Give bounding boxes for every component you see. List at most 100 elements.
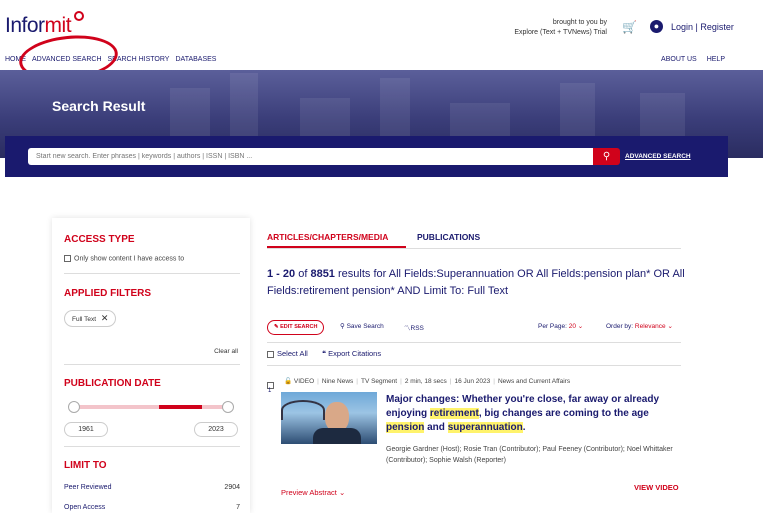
slider-handle-start[interactable] [68,401,80,413]
informit-logo[interactable]: Informit [5,14,72,38]
logo-text-accent: mit [44,14,72,37]
page-title: Search Result [52,98,146,114]
title-highlight: superannuation [447,422,523,433]
access-checkbox[interactable] [64,255,71,262]
divider [64,273,240,274]
access-type-heading: ACCESS TYPE [64,234,135,245]
item-source: Nine News [321,378,354,385]
logo-text-main: Infor [5,14,45,37]
divider [267,365,681,366]
limit-item[interactable]: Open Access 7 [64,504,240,511]
edit-search-button[interactable]: ✎ EDIT SEARCH [267,320,325,335]
item-date: 16 Jun 2023 [454,378,491,385]
login-register-link[interactable]: Login | Register [671,22,734,32]
search-input[interactable] [28,148,593,165]
applied-filters-heading: APPLIED FILTERS [64,288,152,299]
brought-line1: brought to you by [552,19,607,26]
search-icon: ⚲ [340,323,345,330]
item-type: VIDEO [293,378,315,385]
tab-articles[interactable]: ARTICLES/CHAPTERS/MEDIA [267,232,388,242]
chip-label: Full Text [72,316,97,323]
video-thumbnail[interactable] [281,392,377,444]
title-text: . [522,422,526,433]
pencil-icon: ✎ [274,324,279,330]
date-range-slider[interactable] [74,405,228,409]
divider [64,446,240,447]
chevron-down-icon: ⌄ [577,323,584,330]
nav-about-us[interactable]: ABOUT US [661,56,697,63]
view-video-link[interactable]: VIEW VIDEO [634,483,679,492]
title-highlight: pension [386,422,425,433]
item-title-link[interactable]: Major changes: Whether you're close, far… [386,393,681,435]
title-text: and [424,422,448,433]
cart-icon[interactable]: 🛒 [622,20,637,34]
item-segment: TV Segment [360,378,398,385]
limit-count: 2904 [224,484,240,491]
brought-to-you: brought to you by Explore (Text + TVNews… [514,18,607,38]
logo-circle-icon [74,11,84,21]
per-page-value: 20 [568,323,576,330]
divider [267,342,681,343]
clear-all-link[interactable]: Clear all [214,348,238,355]
search-button[interactable]: ⚲ [593,148,620,165]
filter-chip-full-text[interactable]: Full Text ✕ [64,310,117,327]
results-of: of [298,268,308,280]
order-by-select[interactable]: Order by: Relevance ⌄ [606,322,673,330]
item-number: 1 [268,388,272,394]
select-all-checkbox[interactable] [267,350,274,358]
chevron-down-icon: ⌄ [338,488,346,497]
nav-help[interactable]: HELP [707,56,725,63]
advanced-search-link[interactable]: ADVANCED SEARCH [625,153,691,160]
filter-sidebar: ACCESS TYPE Only show content I have acc… [52,218,250,513]
limit-to-heading: LIMIT TO [64,460,107,471]
secondary-nav: ABOUT US HELP [651,56,725,63]
unlock-icon: 🔓 [284,378,293,385]
slider-fill [158,405,202,409]
search-bar: ⚲ ADVANCED SEARCH [5,136,728,177]
save-search-link[interactable]: ⚲ Save Search [340,322,384,330]
slider-handle-end[interactable] [222,401,234,413]
nav-databases[interactable]: DATABASES [175,56,216,63]
order-by-value: Relevance [634,323,666,330]
title-text: , big changes are coming to the age [478,408,649,419]
access-option[interactable]: Only show content I have access to [64,255,184,262]
edit-search-label: EDIT SEARCH [280,324,318,330]
preview-abstract-toggle[interactable]: Preview Abstract ⌄ [281,488,345,497]
export-citations-link[interactable]: ❝ Export Citations [322,349,381,358]
save-search-label: Save Search [346,323,384,330]
results-summary: 1 - 20 of 8851 results for All Fields:Su… [267,266,687,300]
access-option-label: Only show content I have access to [74,255,185,263]
export-citations-label: Export Citations [328,349,382,358]
title-highlight: retirement [429,408,479,419]
item-duration: 2 min, 18 secs [404,378,447,385]
publication-date-heading: PUBLICATION DATE [64,378,161,389]
rss-label: RSS [410,325,424,332]
item-category: News and Current Affairs [497,378,571,385]
brought-line2: Explore (Text + TVNews) Trial [514,29,607,36]
order-by-label: Order by: [606,323,634,330]
item-meta: 🔓 VIDEO | Nine News | TV Segment | 2 min, 18 s… [284,378,571,385]
user-icon[interactable]: ● [650,20,663,33]
limit-count: 7 [236,504,240,511]
results-total: 8851 [310,268,335,280]
select-all[interactable]: Select All [267,349,308,358]
divider [267,248,681,249]
tab-publications[interactable]: PUBLICATIONS [417,232,480,242]
limit-label: Open Access [64,504,106,511]
results-range: 1 - 20 [267,268,296,280]
thumbnail-bridge [281,400,325,420]
select-all-label: Select All [277,349,308,358]
preview-abstract-label: Preview Abstract [281,488,337,497]
search-icon: ⚲ [602,151,611,162]
year-from-input[interactable]: 1961 [64,422,108,437]
year-to-input[interactable]: 2023 [194,422,238,437]
per-page-label: Per Page: [538,323,567,330]
limit-item[interactable]: Peer Reviewed 2904 [64,484,240,491]
top-header: Informit brought to you by Explore (Text… [0,0,763,86]
chevron-down-icon: ⌄ [667,323,673,330]
rss-link[interactable]: 〽RSS [404,322,424,332]
limit-label: Peer Reviewed [64,484,112,491]
per-page-select[interactable]: Per Page: 20 ⌄ [538,322,583,330]
quote-icon: ❝ [322,349,327,358]
close-icon[interactable]: ✕ [101,313,109,323]
